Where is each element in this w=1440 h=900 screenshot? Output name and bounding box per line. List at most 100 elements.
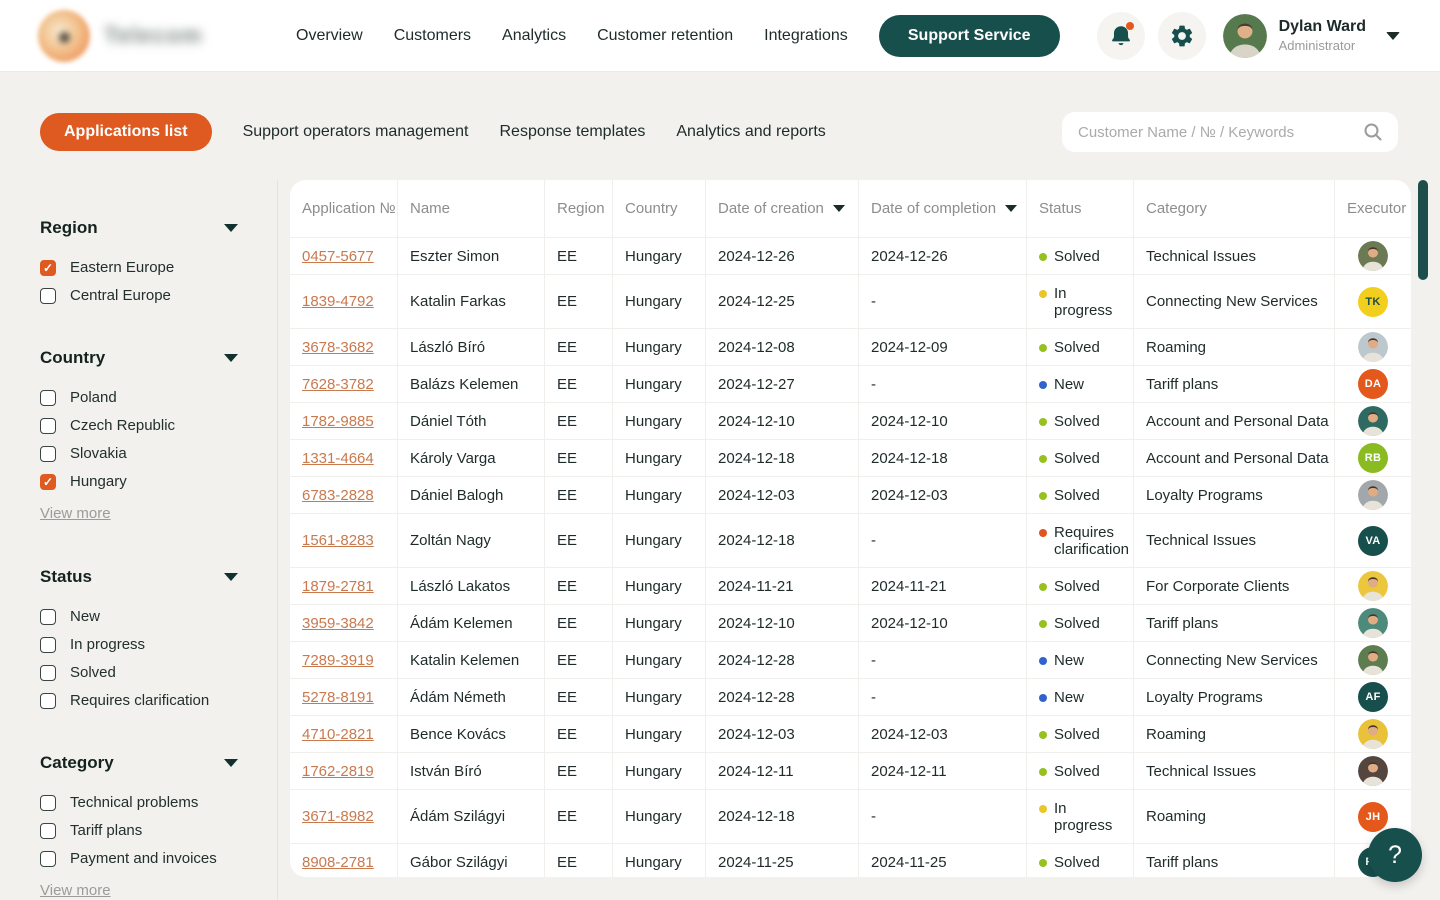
- notifications-button[interactable]: [1097, 12, 1145, 60]
- sort-descending-icon[interactable]: [1005, 205, 1017, 212]
- nav-item-analytics[interactable]: Analytics: [502, 27, 566, 45]
- checkbox-label[interactable]: Solved: [70, 664, 116, 681]
- checkbox-unchecked[interactable]: [40, 446, 56, 462]
- column-label: Application №: [302, 200, 396, 217]
- application-link[interactable]: 1561-8283: [302, 532, 374, 549]
- checkbox-label[interactable]: Hungary: [70, 473, 127, 490]
- checkbox-unchecked[interactable]: [40, 637, 56, 653]
- application-link[interactable]: 1879-2781: [302, 578, 374, 595]
- search-icon[interactable]: [1362, 121, 1384, 143]
- search-input[interactable]: [1078, 124, 1362, 141]
- tab-applications-list[interactable]: Applications list: [40, 113, 212, 151]
- help-button[interactable]: ?: [1368, 828, 1422, 882]
- filter-group-header-country[interactable]: Country: [40, 348, 238, 368]
- application-link[interactable]: 7289-3919: [302, 652, 374, 669]
- application-link[interactable]: 6783-2828: [302, 487, 374, 504]
- column-label: Date of creation: [718, 200, 824, 217]
- tab-support-operators-management[interactable]: Support operators management: [243, 123, 469, 141]
- cell-country: Hungary: [613, 605, 706, 642]
- checkbox-label[interactable]: Czech Republic: [70, 417, 175, 434]
- filter-group-header-region[interactable]: Region: [40, 218, 238, 238]
- cell-executor: RB: [1335, 440, 1411, 477]
- application-link[interactable]: 3678-3682: [302, 339, 374, 356]
- checkbox-checked[interactable]: ✓: [40, 260, 56, 276]
- view-more-link[interactable]: View more: [40, 882, 111, 899]
- column-header-completed[interactable]: Date of completion: [859, 180, 1027, 238]
- cell-executor: [1335, 568, 1411, 605]
- cell-status: New: [1027, 366, 1134, 403]
- cell-region: EE: [545, 753, 613, 790]
- checkbox-label[interactable]: Poland: [70, 389, 117, 406]
- checkbox-label[interactable]: New: [70, 608, 100, 625]
- scrollbar-thumb[interactable]: [1418, 180, 1428, 280]
- nav-item-customer-retention[interactable]: Customer retention: [597, 27, 733, 45]
- application-link[interactable]: 1839-4792: [302, 293, 374, 310]
- application-link[interactable]: 1331-4664: [302, 450, 374, 467]
- cell-application-number: 3671-8982: [290, 790, 398, 844]
- checkbox-label[interactable]: Central Europe: [70, 287, 171, 304]
- nav-item-customers[interactable]: Customers: [394, 27, 471, 45]
- checkbox-unchecked[interactable]: [40, 288, 56, 304]
- table-row: 1879-2781László LakatosEEHungary2024-11-…: [290, 568, 1411, 605]
- checkbox-label[interactable]: Technical problems: [70, 794, 198, 811]
- nav-item-integrations[interactable]: Integrations: [764, 27, 848, 45]
- application-link[interactable]: 5278-8191: [302, 689, 374, 706]
- brand-logo: Telecom: [38, 10, 260, 62]
- status-dot: [1039, 805, 1047, 813]
- application-link[interactable]: 8908-2781: [302, 854, 374, 871]
- checkbox-label[interactable]: Requires clarification: [70, 692, 209, 709]
- sort-descending-icon[interactable]: [833, 205, 845, 212]
- cell-status: Solved: [1027, 329, 1134, 366]
- application-link[interactable]: 3959-3842: [302, 615, 374, 632]
- checkbox-unchecked[interactable]: [40, 795, 56, 811]
- status-dot: [1039, 768, 1047, 776]
- checkbox-label[interactable]: Eastern Europe: [70, 259, 174, 276]
- user-menu[interactable]: Dylan Ward Administrator: [1223, 14, 1400, 58]
- checkbox-label[interactable]: In progress: [70, 636, 145, 653]
- column-label: Executor: [1347, 200, 1406, 217]
- nav-item-overview[interactable]: Overview: [296, 27, 363, 45]
- application-link[interactable]: 7628-3782: [302, 376, 374, 393]
- cell-application-number: 1782-9885: [290, 403, 398, 440]
- executor-avatar: [1358, 719, 1388, 749]
- column-header-created[interactable]: Date of creation: [706, 180, 859, 238]
- application-link[interactable]: 0457-5677: [302, 248, 374, 265]
- checkbox-checked[interactable]: ✓: [40, 474, 56, 490]
- tab-analytics-and-reports[interactable]: Analytics and reports: [676, 123, 825, 141]
- column-label: Category: [1146, 200, 1207, 217]
- application-link[interactable]: 3671-8982: [302, 808, 374, 825]
- checkbox-unchecked[interactable]: [40, 418, 56, 434]
- status-label: New: [1054, 689, 1084, 706]
- filter-group-header-category[interactable]: Category: [40, 753, 238, 773]
- filter-group-header-status[interactable]: Status: [40, 567, 238, 587]
- checkbox-unchecked[interactable]: [40, 851, 56, 867]
- cell-country: Hungary: [613, 275, 706, 329]
- checkbox-unchecked[interactable]: [40, 390, 56, 406]
- application-link[interactable]: 4710-2821: [302, 726, 374, 743]
- checkbox-unchecked[interactable]: [40, 823, 56, 839]
- checkbox-unchecked[interactable]: [40, 693, 56, 709]
- cell-date-of-completion: -: [859, 790, 1027, 844]
- settings-button[interactable]: [1158, 12, 1206, 60]
- checkbox-unchecked[interactable]: [40, 609, 56, 625]
- filter-group-title: Country: [40, 348, 105, 368]
- application-link[interactable]: 1762-2819: [302, 763, 374, 780]
- column-header-region: Region: [545, 180, 613, 238]
- table-row: 3678-3682László BíróEEHungary2024-12-082…: [290, 329, 1411, 366]
- executor-avatar: DA: [1358, 369, 1388, 399]
- tab-response-templates[interactable]: Response templates: [500, 123, 646, 141]
- status-label: New: [1054, 652, 1084, 669]
- cell-name: Ádám Németh: [398, 679, 545, 716]
- checkbox-unchecked[interactable]: [40, 665, 56, 681]
- cell-country: Hungary: [613, 329, 706, 366]
- cell-category: Roaming: [1134, 716, 1335, 753]
- application-link[interactable]: 1782-9885: [302, 413, 374, 430]
- view-more-link[interactable]: View more: [40, 505, 111, 522]
- checkbox-label[interactable]: Slovakia: [70, 445, 127, 462]
- column-header-country: Country: [613, 180, 706, 238]
- cell-status: Solved: [1027, 403, 1134, 440]
- checkbox-label[interactable]: Payment and invoices: [70, 850, 217, 867]
- support-service-button[interactable]: Support Service: [879, 15, 1060, 57]
- cell-country: Hungary: [613, 642, 706, 679]
- checkbox-label[interactable]: Tariff plans: [70, 822, 142, 839]
